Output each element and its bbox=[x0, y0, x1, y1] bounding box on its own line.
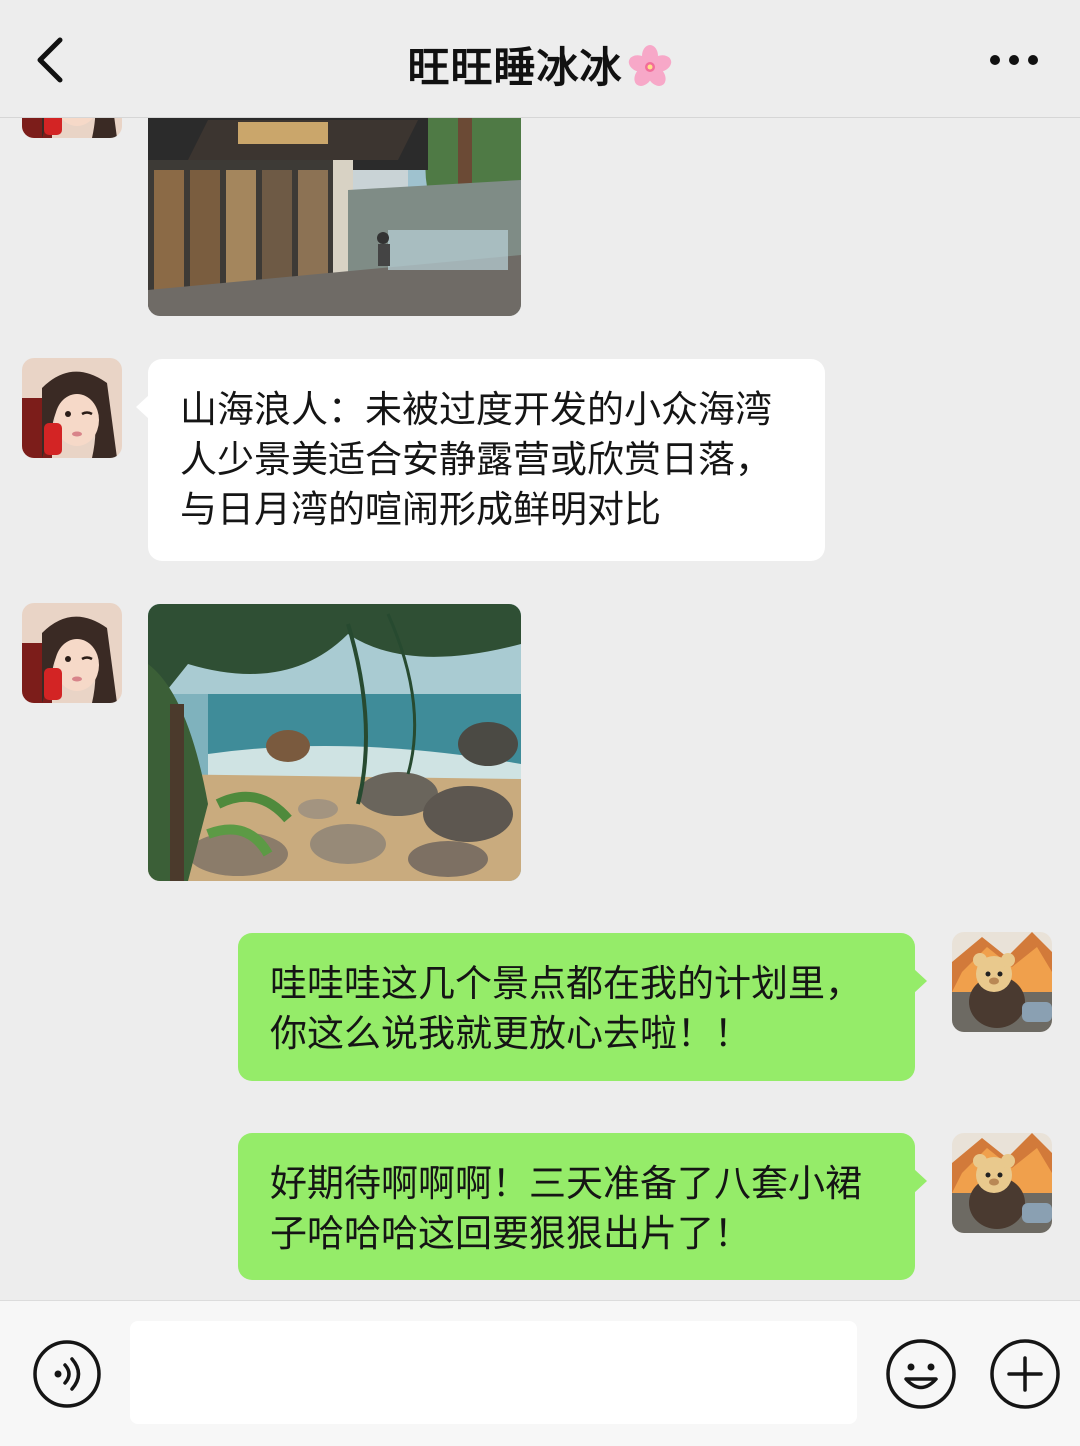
more-button[interactable] bbox=[988, 52, 1040, 68]
message-text-line: 哇哇哇这几个景点都在我的计划里， bbox=[270, 962, 862, 1005]
chat-image[interactable] bbox=[148, 604, 521, 881]
cherry-blossom-icon bbox=[627, 44, 673, 90]
message-text-line: 子哈哈哈这回要狠狠出片了！ bbox=[270, 1212, 751, 1255]
chat-screen: 旺旺睡冰冰 山海浪人：未被过度开发的小众海湾 人少景美适合安静露营或欣赏日落， … bbox=[0, 0, 1080, 1446]
my-avatar[interactable] bbox=[952, 932, 1052, 1032]
chat-title: 旺旺睡冰冰 bbox=[0, 34, 1080, 95]
message-text-line: 你这么说我就更放心去啦！！ bbox=[270, 1012, 751, 1055]
contact-avatar[interactable] bbox=[22, 358, 122, 458]
plus-button[interactable] bbox=[989, 1338, 1061, 1410]
rocky-beach-photo bbox=[148, 604, 521, 881]
voice-icon bbox=[33, 1340, 101, 1408]
plus-icon bbox=[990, 1339, 1060, 1409]
my-avatar[interactable] bbox=[952, 1133, 1052, 1233]
contact-avatar[interactable] bbox=[22, 603, 122, 703]
chat-title-text: 旺旺睡冰冰 bbox=[407, 43, 623, 92]
message-bubble[interactable]: 好期待啊啊啊！三天准备了八套小裙 子哈哈哈这回要狠狠出片了！ bbox=[238, 1133, 927, 1280]
message-text-line: 与日月湾的喧闹形成鲜明对比 bbox=[180, 488, 661, 531]
message-bubble[interactable]: 山海浪人：未被过度开发的小众海湾 人少景美适合安静露营或欣赏日落， 与日月湾的喧… bbox=[136, 359, 825, 561]
emoji-button[interactable] bbox=[885, 1338, 957, 1410]
more-dots-icon bbox=[990, 55, 1038, 65]
message-text-line: 好期待啊啊啊！三天准备了八套小裙 bbox=[270, 1162, 862, 1205]
input-bar bbox=[0, 1300, 1080, 1446]
message-text-line: 山海浪人：未被过度开发的小众海湾 bbox=[180, 388, 772, 431]
message-input[interactable] bbox=[130, 1321, 857, 1424]
voice-button[interactable] bbox=[32, 1339, 102, 1409]
girl-avatar-icon bbox=[22, 603, 122, 703]
message-bubble[interactable]: 哇哇哇这几个景点都在我的计划里， 你这么说我就更放心去啦！！ bbox=[238, 933, 927, 1081]
chat-header: 旺旺睡冰冰 bbox=[0, 0, 1080, 118]
emoji-icon bbox=[886, 1339, 956, 1409]
message-text-line: 人少景美适合安静露营或欣赏日落， bbox=[180, 438, 772, 481]
girl-avatar-icon bbox=[22, 358, 122, 458]
teddy-bear-avatar-icon bbox=[952, 1133, 1052, 1233]
teddy-bear-avatar-icon bbox=[952, 932, 1052, 1032]
